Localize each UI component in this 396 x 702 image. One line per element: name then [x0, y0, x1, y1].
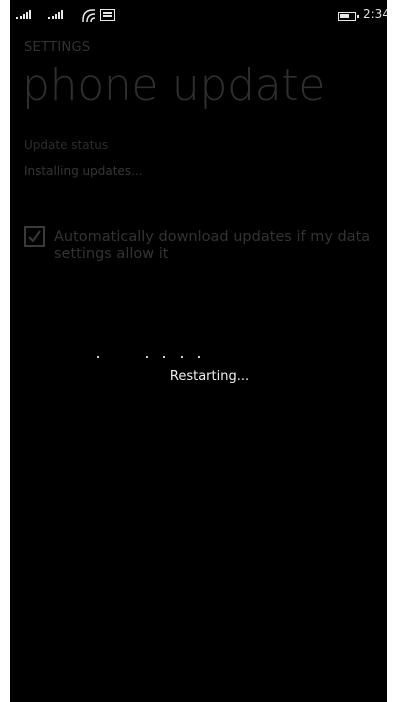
signal-icon [16, 10, 31, 19]
auto-download-label[interactable]: Automatically download updates if my dat… [54, 229, 384, 263]
battery-icon [338, 12, 359, 21]
update-status-label: Update status [24, 138, 109, 152]
status-time: 2:34 [363, 7, 387, 21]
page-title: phone update [22, 60, 326, 111]
checkmark-icon [28, 230, 41, 243]
restarting-message: Restarting... [169, 369, 250, 384]
update-status-value: Installing updates... [24, 164, 143, 178]
signal-icon [48, 10, 63, 19]
status-bar: 2:34 [10, 0, 387, 30]
wifi-icon [82, 9, 96, 23]
app-title: SETTINGS [24, 40, 91, 55]
phone-screen: 2:34 SETTINGS phone update Update status… [10, 0, 387, 702]
loading-dots [10, 356, 387, 360]
auto-download-checkbox[interactable] [24, 226, 45, 247]
message-icon [100, 9, 115, 21]
